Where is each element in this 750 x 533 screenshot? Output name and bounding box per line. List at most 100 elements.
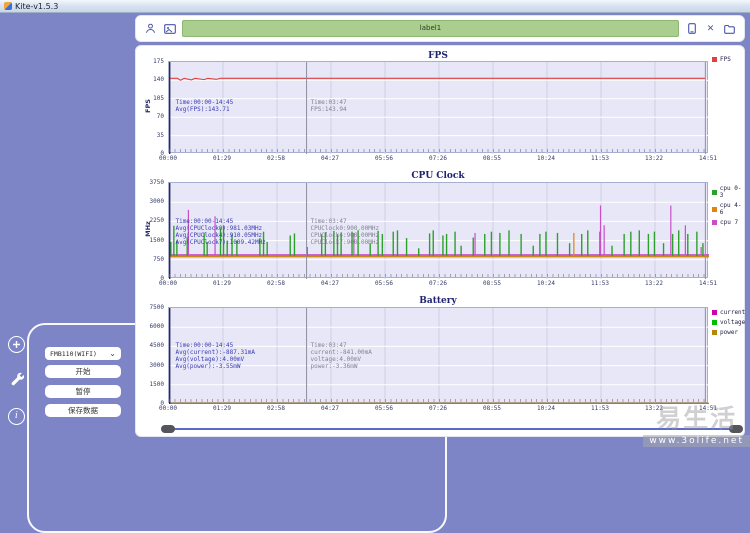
- y-tick-label: 0: [160, 275, 164, 282]
- x-minor-ticks: [169, 274, 707, 277]
- x-tick-label: 04:27: [320, 405, 340, 412]
- y-tick-label: 0: [160, 150, 164, 157]
- x-tick-label: 14:51: [698, 155, 718, 162]
- x-tick-label: 07:26: [428, 280, 448, 287]
- x-tick-label: 02:58: [266, 405, 286, 412]
- device-icon[interactable]: [685, 22, 698, 35]
- x-tick-label: 05:56: [374, 405, 394, 412]
- chart-canvas: [169, 308, 709, 404]
- cut-icon[interactable]: ✕: [704, 22, 717, 35]
- x-tick-label: 10:24: [536, 405, 556, 412]
- top-toolbar: label1 ✕: [135, 15, 745, 42]
- y-axis-label: MHz: [144, 221, 152, 237]
- y-tick-label: 3750: [149, 179, 164, 186]
- chart-legend: cpu 0-3 cpu 4-6 cpu 7: [712, 185, 744, 226]
- x-tick-label: 08:55: [482, 405, 502, 412]
- user-icon[interactable]: [144, 22, 157, 35]
- pause-button[interactable]: 暂停: [45, 385, 121, 398]
- legend-swatch: [712, 220, 717, 225]
- y-tick-label: 1500: [149, 236, 164, 244]
- chart-title: Battery: [419, 296, 457, 306]
- x-tick-label: 04:27: [320, 155, 340, 162]
- x-tick-label: 00:00: [158, 405, 178, 412]
- time-range-slider: [161, 424, 743, 433]
- legend-label: current: [720, 309, 746, 316]
- legend-swatch: [712, 206, 717, 212]
- y-tick-label: 750: [153, 255, 164, 263]
- label-input[interactable]: label1: [182, 20, 679, 37]
- y-tick-label: 4500: [149, 342, 164, 350]
- y-tick-label: 7500: [149, 304, 164, 311]
- window-titlebar: Kite-v1.5.3: [0, 0, 750, 13]
- save-data-button[interactable]: 保存数据: [45, 404, 121, 417]
- x-tick-label: 00:00: [158, 280, 178, 287]
- plot-area[interactable]: Time:00:00-14:45 Avg(CPUClock0):981.03MH…: [168, 182, 709, 279]
- legend-label: cpu 0-3: [719, 185, 742, 199]
- x-tick-label: 14:51: [698, 405, 718, 412]
- y-tick-label: 140: [153, 76, 164, 84]
- x-tick-label: 10:24: [536, 155, 556, 162]
- x-tick-label: 11:53: [590, 280, 610, 287]
- add-button[interactable]: [8, 336, 25, 353]
- settings-wrench-button[interactable]: [8, 370, 25, 387]
- legend-item: cpu 7: [712, 219, 744, 226]
- chart-legend: current voltage power: [712, 309, 745, 336]
- folder-icon[interactable]: [723, 22, 736, 35]
- legend-swatch: [712, 310, 717, 315]
- x-tick-label: 08:55: [482, 155, 502, 162]
- device-select[interactable]: FMB110(WIFI) ⌄: [45, 347, 121, 360]
- legend-label: power: [720, 329, 739, 336]
- x-tick-label: 04:27: [320, 280, 340, 287]
- info-button[interactable]: i: [8, 408, 25, 425]
- y-tick-label: 6000: [149, 323, 164, 331]
- y-tick-label: 1500: [149, 380, 164, 388]
- x-tick-label: 10:24: [536, 280, 556, 287]
- x-minor-ticks: [169, 399, 707, 402]
- x-tick-label: 13:22: [644, 280, 664, 287]
- y-tick-label: 3000: [149, 361, 164, 369]
- info-icon: i: [15, 411, 18, 421]
- x-tick-label: 00:00: [158, 155, 178, 162]
- chart-canvas: [169, 183, 709, 279]
- plot-area[interactable]: Time:00:00-14:45 Avg(FPS):143.71 Time:03:…: [168, 61, 709, 154]
- x-tick-label: 14:51: [698, 280, 718, 287]
- chart-canvas: [169, 62, 709, 154]
- x-tick-label: 02:58: [266, 155, 286, 162]
- app-icon: [4, 2, 12, 10]
- x-tick-label: 05:56: [374, 155, 394, 162]
- range-handle-end[interactable]: [729, 425, 743, 433]
- image-icon[interactable]: [163, 22, 176, 35]
- legend-swatch: [712, 189, 717, 195]
- y-axis-label: FPS: [144, 99, 152, 113]
- x-tick-label: 01:29: [212, 155, 232, 162]
- wrench-icon: [11, 372, 24, 386]
- x-tick-label: 11:53: [590, 155, 610, 162]
- range-slider-track: [165, 428, 739, 430]
- y-tick-label: 70: [156, 113, 164, 121]
- start-button[interactable]: 开始: [45, 365, 121, 378]
- chart-title: FPS: [428, 51, 448, 61]
- legend-label: voltage: [720, 319, 746, 326]
- device-select-value: FMB110(WIFI): [50, 349, 97, 358]
- legend-item: current: [712, 309, 745, 316]
- x-tick-label: 07:26: [428, 405, 448, 412]
- plot-area[interactable]: Time:00:00-14:45 Avg(current):-887.31mA …: [168, 307, 709, 404]
- range-handle-start[interactable]: [161, 425, 175, 433]
- charts-panel: FPS FPS 175 140 105 70 35 0 Time:00:00-14:45 Avg…: [135, 45, 745, 437]
- x-tick-label: 13:22: [644, 155, 664, 162]
- legend-item: FPS: [712, 56, 731, 63]
- x-tick-label: 13:22: [644, 405, 664, 412]
- chevron-down-icon: ⌄: [109, 348, 116, 358]
- x-tick-label: 11:53: [590, 405, 610, 412]
- x-tick-label: 05:56: [374, 280, 394, 287]
- x-tick-label: 07:26: [428, 155, 448, 162]
- legend-item: cpu 0-3: [712, 185, 744, 199]
- legend-label: FPS: [720, 56, 731, 63]
- window-title: Kite-v1.5.3: [15, 1, 59, 11]
- legend-label: cpu 4-6: [719, 202, 742, 216]
- plus-icon: [13, 341, 20, 348]
- chart-legend: FPS: [712, 56, 731, 63]
- x-minor-ticks: [169, 149, 707, 152]
- legend-swatch: [712, 330, 717, 335]
- legend-item: voltage: [712, 319, 745, 326]
